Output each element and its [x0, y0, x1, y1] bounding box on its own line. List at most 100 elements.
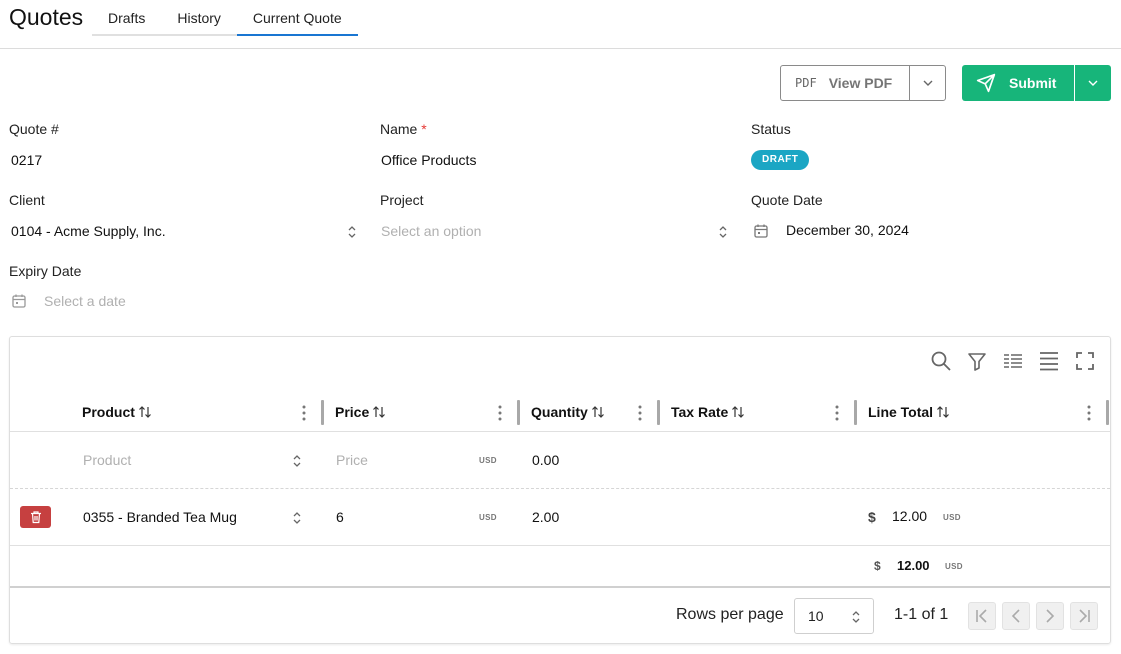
- filter-icon[interactable]: [966, 350, 988, 372]
- column-header-quantity[interactable]: Quantity: [531, 404, 605, 420]
- required-marker: *: [421, 121, 427, 137]
- column-header-line-total[interactable]: Line Total: [868, 404, 950, 420]
- column-resizer[interactable]: [854, 400, 857, 425]
- column-header-quantity-label: Quantity: [531, 404, 588, 420]
- last-page-button[interactable]: [1070, 602, 1098, 630]
- view-pdf-button-group: PDF View PDF: [780, 65, 946, 101]
- submit-dropdown-button[interactable]: [1075, 65, 1111, 101]
- calendar-icon: [754, 224, 768, 238]
- view-pdf-label: View PDF: [828, 75, 893, 91]
- column-resizer[interactable]: [321, 400, 324, 425]
- chevron-down-icon: [923, 80, 932, 86]
- fullscreen-icon[interactable]: [1074, 350, 1096, 372]
- previous-page-button[interactable]: [1002, 602, 1030, 630]
- column-header-line-total-label: Line Total: [868, 404, 934, 420]
- calendar-icon: [12, 294, 26, 308]
- submit-label: Submit: [1009, 75, 1057, 91]
- rows-per-page-value: 10: [808, 608, 824, 624]
- column-resizer[interactable]: [1106, 400, 1109, 425]
- select-arrows-icon: [852, 611, 860, 623]
- quote-number-label: Quote #: [9, 121, 59, 137]
- expiry-date-picker[interactable]: Select a date: [9, 291, 309, 313]
- client-select-value: 0104 - Acme Supply, Inc.: [11, 223, 166, 239]
- project-select[interactable]: Select an option: [380, 221, 732, 243]
- select-arrows-icon: [719, 226, 727, 238]
- new-price-placeholder: Price: [336, 452, 368, 468]
- project-label: Project: [380, 192, 424, 208]
- new-price-input[interactable]: Price USD: [335, 450, 505, 472]
- columns-icon[interactable]: [1038, 350, 1060, 372]
- sort-icon[interactable]: [936, 405, 950, 419]
- trash-icon: [30, 511, 41, 524]
- line-total-currency: USD: [943, 513, 961, 522]
- name-label-text: Name: [380, 121, 418, 137]
- price-input[interactable]: 6 USD: [335, 507, 505, 529]
- column-header-product[interactable]: Product: [82, 404, 152, 420]
- tab-current-quote[interactable]: Current Quote: [236, 0, 358, 36]
- header-divider-line: [10, 431, 1110, 432]
- column-menu-icon[interactable]: [301, 404, 307, 422]
- last-page-icon: [1079, 609, 1090, 623]
- sort-icon[interactable]: [591, 405, 605, 419]
- status-badge: DRAFT: [751, 150, 810, 170]
- pdf-icon: PDF: [795, 76, 817, 90]
- column-menu-icon[interactable]: [637, 404, 643, 422]
- pagination-range: 1-1 of 1: [894, 606, 949, 623]
- column-header-price[interactable]: Price: [335, 404, 386, 420]
- product-select[interactable]: 0355 - Branded Tea Mug: [82, 507, 304, 529]
- page-title: Quotes: [9, 4, 84, 30]
- tab-history[interactable]: History: [161, 0, 237, 36]
- select-arrows-icon: [348, 226, 356, 238]
- quantity-input[interactable]: 2.00: [532, 509, 559, 525]
- sort-icon[interactable]: [138, 405, 152, 419]
- column-menu-icon[interactable]: [497, 404, 503, 422]
- new-product-placeholder: Product: [83, 452, 132, 468]
- tab-drafts[interactable]: Drafts: [92, 0, 162, 36]
- rows-per-page-select[interactable]: 10: [794, 598, 874, 634]
- chevron-right-icon: [1046, 609, 1055, 623]
- header-divider: [0, 48, 1121, 49]
- column-resizer[interactable]: [517, 400, 520, 425]
- quote-date-label: Quote Date: [751, 192, 823, 208]
- column-header-price-label: Price: [335, 404, 370, 420]
- column-menu-icon[interactable]: [1086, 404, 1092, 422]
- delete-row-button[interactable]: [20, 506, 51, 528]
- name-field[interactable]: Office Products: [381, 152, 721, 168]
- product-value: 0355 - Branded Tea Mug: [83, 509, 237, 525]
- line-items-table: [9, 336, 1111, 644]
- density-icon[interactable]: [1002, 350, 1024, 372]
- column-header-tax-rate-label: Tax Rate: [671, 404, 729, 420]
- chevron-down-icon: [1088, 80, 1098, 86]
- new-product-select[interactable]: Product: [82, 450, 304, 472]
- column-resizer[interactable]: [657, 400, 660, 425]
- name-label: Name *: [380, 121, 427, 137]
- expiry-date-placeholder: Select a date: [44, 293, 126, 309]
- rows-per-page-label: Rows per page: [676, 606, 784, 623]
- row-divider: [10, 545, 1110, 546]
- currency-label: USD: [479, 456, 497, 465]
- quote-number-value: 0217: [11, 152, 43, 168]
- submit-button[interactable]: Submit: [962, 65, 1075, 101]
- search-icon[interactable]: [930, 350, 952, 372]
- summary-total: 12.00: [897, 558, 930, 573]
- sort-icon[interactable]: [731, 405, 745, 419]
- project-select-placeholder: Select an option: [381, 223, 482, 239]
- submit-button-group: Submit: [962, 65, 1111, 101]
- expiry-date-label: Expiry Date: [9, 263, 82, 279]
- summary-symbol: $: [874, 559, 881, 573]
- new-quantity-input[interactable]: 0.00: [532, 452, 559, 468]
- select-arrows-icon: [293, 512, 301, 524]
- quote-date-picker[interactable]: December 30, 2024: [751, 221, 1051, 243]
- first-page-button[interactable]: [968, 602, 996, 630]
- send-icon: [976, 73, 996, 93]
- client-select[interactable]: 0104 - Acme Supply, Inc.: [9, 221, 361, 243]
- row-divider: [10, 488, 1110, 489]
- column-menu-icon[interactable]: [834, 404, 840, 422]
- view-pdf-button[interactable]: PDF View PDF: [781, 66, 910, 100]
- view-pdf-dropdown-button[interactable]: [910, 66, 945, 100]
- sort-icon[interactable]: [372, 405, 386, 419]
- quote-date-value: December 30, 2024: [786, 222, 909, 238]
- next-page-button[interactable]: [1036, 602, 1064, 630]
- chevron-left-icon: [1011, 609, 1020, 623]
- column-header-tax-rate[interactable]: Tax Rate: [671, 404, 745, 420]
